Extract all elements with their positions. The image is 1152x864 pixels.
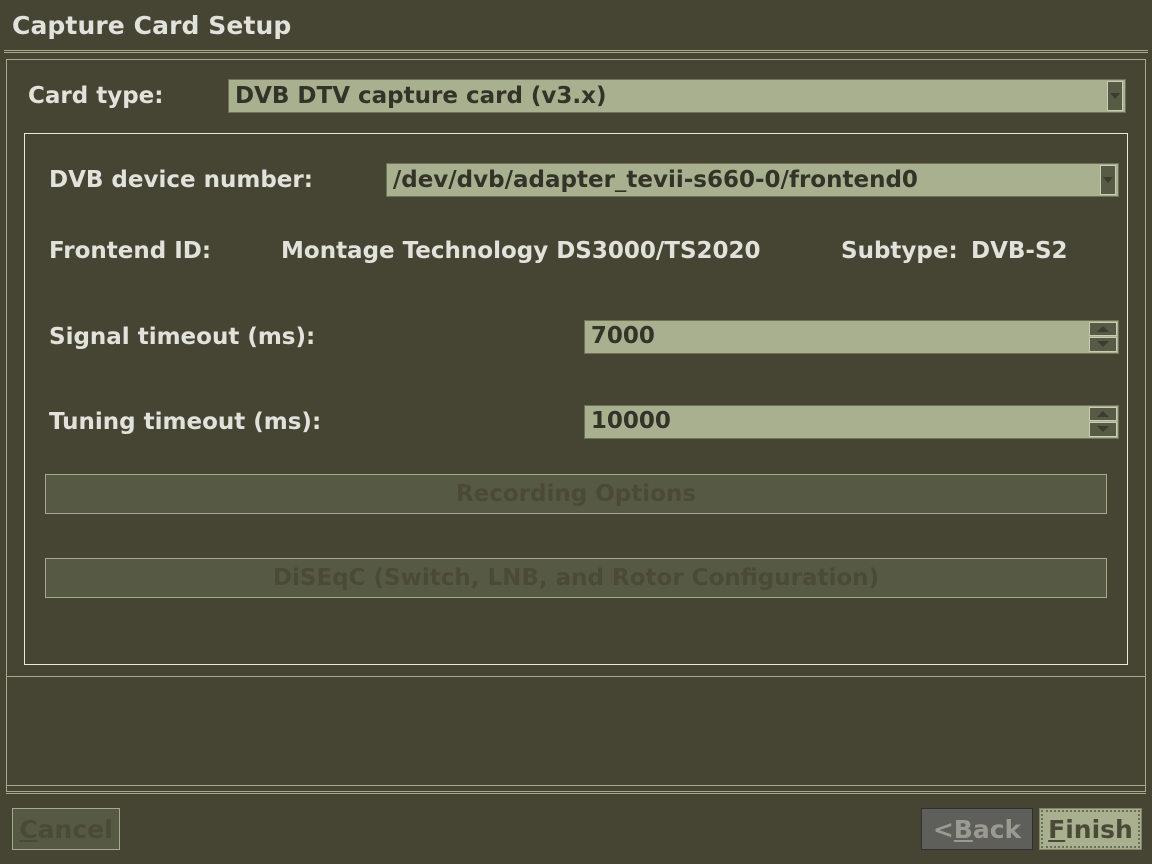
- recording-options-button[interactable]: Recording Options: [45, 474, 1107, 514]
- triangle-up-icon[interactable]: [1089, 406, 1117, 421]
- dialog-title-bar: Capture Card Setup: [0, 0, 1152, 50]
- tuning-timeout-stepper[interactable]: [1088, 406, 1118, 438]
- card-type-combobox[interactable]: DVB DTV capture card (v3.x): [228, 79, 1126, 113]
- tuning-timeout-value[interactable]: 10000: [591, 406, 1088, 438]
- chevron-down-icon[interactable]: [1100, 165, 1116, 195]
- chevron-down-icon[interactable]: [1107, 81, 1123, 111]
- triangle-down-icon[interactable]: [1089, 422, 1117, 437]
- cancel-button-mnemonic: C: [19, 814, 38, 844]
- frontend-id-label: Frontend ID:: [49, 238, 212, 264]
- dvb-device-number-value: /dev/dvb/adapter_tevii-s660-0/frontend0: [392, 168, 918, 192]
- dvb-device-number-row: DVB device number: /dev/dvb/adapter_tevi…: [33, 152, 1119, 208]
- signal-timeout-row: Signal timeout (ms): 7000: [33, 294, 1119, 379]
- triangle-down-icon[interactable]: [1089, 337, 1117, 352]
- finish-button-mnemonic: F: [1048, 814, 1066, 844]
- triangle-up-icon[interactable]: [1089, 321, 1117, 336]
- cancel-button[interactable]: Cancel: [12, 808, 120, 850]
- signal-timeout-label: Signal timeout (ms):: [49, 323, 316, 350]
- tuning-timeout-spinbox[interactable]: 10000: [583, 404, 1119, 439]
- footer-separator: [6, 791, 1146, 794]
- footer-button-bar: Cancel < Back Finish: [0, 806, 1152, 858]
- back-button-mnemonic: B: [953, 814, 973, 844]
- card-type-label: Card type:: [28, 83, 164, 109]
- back-button-label: ack: [972, 814, 1022, 844]
- tuning-timeout-row: Tuning timeout (ms): 10000: [33, 379, 1119, 464]
- signal-timeout-value[interactable]: 7000: [591, 321, 1088, 353]
- card-type-row: Card type: DVB DTV capture card (v3.x): [12, 65, 1140, 127]
- dvb-settings-groupbox: DVB device number: /dev/dvb/adapter_tevi…: [24, 133, 1128, 665]
- title-separator: [4, 50, 1148, 53]
- finish-button[interactable]: Finish: [1039, 808, 1142, 850]
- dvb-device-number-label: DVB device number:: [49, 167, 313, 193]
- subtype-label: Subtype:: [841, 238, 958, 264]
- diseqc-configuration-button[interactable]: DiSEqC (Switch, LNB, and Rotor Configura…: [45, 558, 1107, 598]
- frontend-info-row: Frontend ID: Montage Technology DS3000/T…: [33, 208, 1119, 294]
- signal-timeout-spinbox[interactable]: 7000: [583, 319, 1119, 354]
- page-title: Capture Card Setup: [12, 10, 292, 40]
- signal-timeout-stepper[interactable]: [1088, 321, 1118, 353]
- finish-button-label: inish: [1065, 814, 1133, 844]
- cancel-button-label: ancel: [37, 814, 113, 844]
- description-panel: [6, 676, 1146, 786]
- back-button-prefix: <: [932, 814, 954, 844]
- back-button[interactable]: < Back: [921, 808, 1033, 850]
- tuning-timeout-label: Tuning timeout (ms):: [49, 408, 322, 435]
- subtype-value: DVB-S2: [971, 238, 1068, 264]
- frontend-id-value: Montage Technology DS3000/TS2020: [281, 238, 761, 264]
- dvb-device-number-combobox[interactable]: /dev/dvb/adapter_tevii-s660-0/frontend0: [385, 163, 1119, 197]
- card-type-value: DVB DTV capture card (v3.x): [235, 84, 607, 108]
